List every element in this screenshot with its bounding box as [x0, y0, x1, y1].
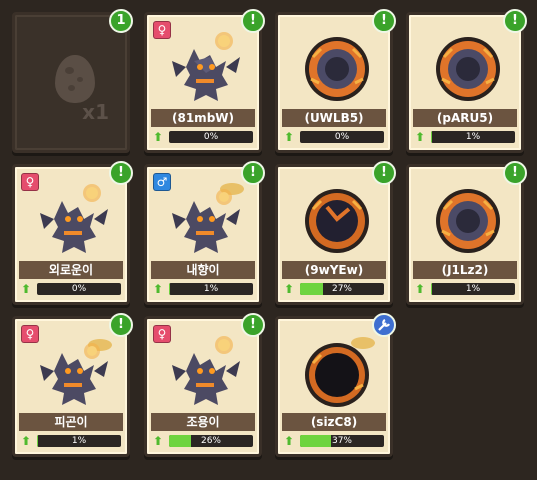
exp-bar: ⬆ 0%: [21, 283, 121, 295]
level-up-arrow-icon: ⬆: [21, 434, 32, 448]
exp-bar: ⬆ 27%: [284, 283, 384, 295]
card-name: (UWLB5): [282, 109, 386, 127]
card-name: (sizC8): [282, 413, 386, 431]
egg-card[interactable]: (J1Lz2) ⬆ 1% !: [406, 161, 527, 305]
level-up-arrow-icon: ⬆: [153, 434, 164, 448]
orange-orb-sprite: [436, 37, 500, 101]
card-name: (9wYEw): [282, 261, 386, 279]
dark-dragon-sprite: [172, 32, 240, 101]
level-up-arrow-icon: ⬆: [21, 282, 32, 296]
dark-dragon-sprite: [172, 183, 244, 253]
notification-badge: !: [372, 161, 396, 185]
exp-bar: ⬆ 1%: [415, 283, 515, 295]
card-name: 조용이: [151, 413, 255, 431]
exp-percent: 1%: [71, 436, 87, 446]
exp-percent: 0%: [203, 132, 219, 142]
card-name: (81mbW): [151, 109, 255, 127]
creature-card[interactable]: ♀ 외로운이 ⬆ 0% !: [12, 161, 133, 305]
exp-bar: ⬆ 1%: [415, 131, 515, 143]
notification-badge: !: [241, 313, 265, 337]
black-orb-sprite: [305, 337, 375, 407]
egg-card[interactable]: (sizC8) ⬆ 37%: [275, 313, 396, 457]
card-name: 외로운이: [19, 261, 123, 279]
creature-card[interactable]: ♀ (81mbW) ⬆ 0% !: [144, 9, 265, 153]
orange-orb-sprite: [436, 189, 500, 253]
egg-card[interactable]: (UWLB5) ⬆ 0% !: [275, 9, 396, 153]
egg-slot[interactable]: x1 1: [12, 9, 133, 153]
exp-percent: 1%: [465, 284, 481, 294]
notification-badge: !: [372, 9, 396, 33]
notification-badge: !: [241, 161, 265, 185]
exp-bar: ⬆ 37%: [284, 435, 384, 447]
exp-percent: 1%: [203, 284, 219, 294]
orange-orb-sprite: [305, 37, 369, 101]
exp-percent: 1%: [465, 132, 481, 142]
card-name: (J1Lz2): [413, 261, 517, 279]
notification-badge: !: [503, 9, 527, 33]
card-name: (pARU5): [413, 109, 517, 127]
creature-card[interactable]: ♀ 피곤이 ⬆ 1% !: [12, 313, 133, 457]
dark-dragon-sprite: [172, 336, 240, 405]
egg-icon: [55, 55, 95, 103]
level-up-arrow-icon: ⬆: [415, 282, 426, 296]
egg-card[interactable]: (9wYEw) ⬆ 27% !: [275, 161, 396, 305]
level-up-arrow-icon: ⬆: [415, 130, 426, 144]
level-up-arrow-icon: ⬆: [284, 130, 295, 144]
notification-badge: !: [109, 313, 133, 337]
exp-percent: 27%: [331, 284, 352, 294]
card-name: 피곤이: [19, 413, 123, 431]
dark-dragon-sprite: [40, 339, 112, 405]
exp-bar: ⬆ 0%: [153, 131, 253, 143]
exp-percent: 26%: [200, 436, 221, 446]
wrench-icon: [372, 313, 396, 337]
exp-percent: 0%: [71, 284, 87, 294]
level-up-arrow-icon: ⬆: [153, 282, 164, 296]
level-up-arrow-icon: ⬆: [153, 130, 164, 144]
exp-bar: ⬆ 1%: [153, 283, 253, 295]
egg-card[interactable]: (pARU5) ⬆ 1% !: [406, 9, 527, 153]
notification-badge: !: [503, 161, 527, 185]
dark-dragon-sprite: [40, 184, 108, 253]
egg-count: x1: [82, 100, 109, 124]
inventory-grid: x1 1 ♀ (81mbW) ⬆ 0% ! (UWLB5) ⬆ 0% ! (pA…: [0, 0, 537, 480]
exp-bar: ⬆ 26%: [153, 435, 253, 447]
exp-percent: 0%: [334, 132, 350, 142]
level-up-arrow-icon: ⬆: [284, 282, 295, 296]
exp-bar: ⬆ 0%: [284, 131, 384, 143]
dark-orb-sprite: [305, 189, 369, 253]
creature-card[interactable]: ♀ 조용이 ⬆ 26% !: [144, 313, 265, 457]
notification-badge: !: [241, 9, 265, 33]
card-name: 내향이: [151, 261, 255, 279]
exp-bar: ⬆ 1%: [21, 435, 121, 447]
notification-badge: !: [109, 161, 133, 185]
exp-percent: 37%: [331, 436, 352, 446]
creature-card[interactable]: ♂ 내향이 ⬆ 1% !: [144, 161, 265, 305]
level-up-arrow-icon: ⬆: [284, 434, 295, 448]
egg-notification-badge: 1: [109, 9, 133, 33]
